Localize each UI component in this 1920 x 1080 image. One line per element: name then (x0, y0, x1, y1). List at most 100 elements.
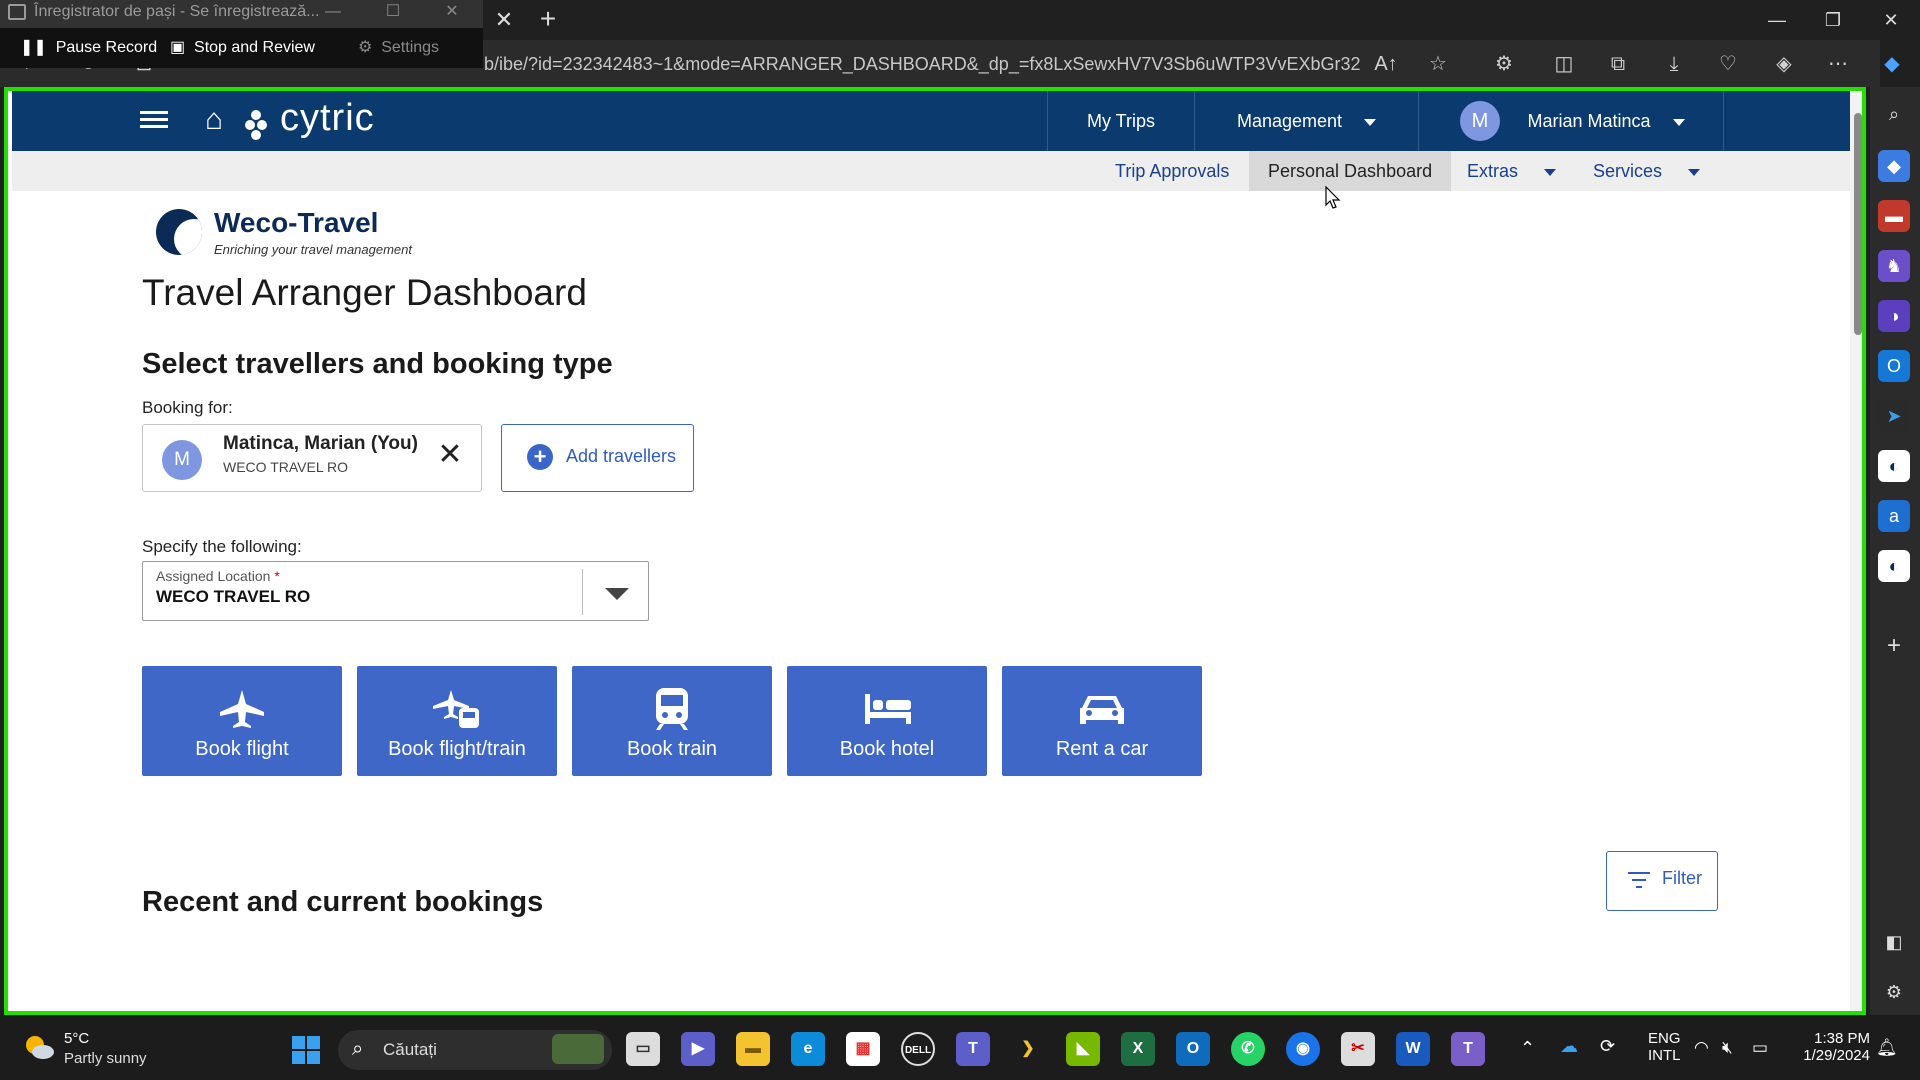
tab-close-icon[interactable]: ✕ (490, 6, 518, 34)
book-train-button[interactable]: Book train (572, 666, 772, 776)
teams-chat-icon[interactable]: ▶ (681, 1032, 715, 1066)
file-explorer-icon[interactable]: ▬ (736, 1032, 770, 1066)
windows-start-icon[interactable] (290, 1034, 322, 1066)
excel-icon[interactable]: X (1121, 1032, 1155, 1066)
pause-record-button[interactable]: ❚❚ Pause Record (20, 28, 157, 68)
subnav-extras[interactable]: Extras (1467, 151, 1557, 191)
sidebar-weco-icon-2[interactable]: ◐ (1878, 550, 1910, 582)
chevron-down-icon[interactable] (605, 588, 629, 600)
stop-icon: ▣ (170, 39, 186, 56)
favorite-star-icon[interactable]: ☆ (1420, 48, 1456, 80)
sidebar-layout-icon[interactable]: ◧ (1878, 926, 1910, 958)
plus-circle-icon: + (527, 444, 553, 470)
performance-icon[interactable]: ♡ (1710, 48, 1746, 80)
onedrive-icon[interactable]: ☁ (1560, 1036, 1578, 1057)
extensions-icon[interactable]: ⚙ (1486, 48, 1522, 80)
sidebar-send-icon[interactable]: ➤ (1878, 400, 1910, 432)
page-viewport: ⌂ cytric My Trips Management Marian Mati… (4, 87, 1866, 1015)
book-train-label: Book train (626, 738, 718, 760)
window-minimize-icon[interactable]: — (1754, 4, 1800, 36)
window-restore-icon[interactable]: ❐ (1810, 4, 1856, 36)
minimize-icon[interactable]: — (318, 0, 348, 24)
task-view-icon[interactable]: ▭ (626, 1032, 660, 1066)
subnav-trip-approvals[interactable]: Trip Approvals (1115, 151, 1229, 191)
wifi-icon[interactable]: ◠ (1694, 1038, 1709, 1058)
stop-review-label: Stop and Review (194, 39, 315, 56)
nav-my-trips[interactable]: My Trips (1047, 91, 1194, 151)
edge-browser-icon[interactable]: e (791, 1032, 825, 1066)
sync-icon[interactable]: ⟳ (1600, 1036, 1615, 1057)
book-hotel-label: Book hotel (839, 738, 935, 760)
store-icon[interactable]: ▦ (846, 1032, 880, 1066)
whatsapp-icon[interactable]: ✆ (1231, 1032, 1265, 1066)
tray-overflow-chevron-icon[interactable]: ⌃ (1520, 1038, 1535, 1059)
volume-muted-icon[interactable]: 🔇︎ (1722, 1038, 1733, 1058)
teams-icon[interactable]: T (956, 1032, 990, 1066)
close-recorder-icon[interactable]: ✕ (437, 0, 467, 24)
bed-icon (865, 694, 911, 724)
hamburger-menu-icon[interactable] (140, 107, 170, 133)
nvidia-icon[interactable]: ◣ (1066, 1032, 1100, 1066)
clock-time: 1:38 PM (1814, 1030, 1870, 1047)
sidebar-settings-icon[interactable]: ⚙ (1878, 976, 1910, 1008)
book-hotel-button[interactable]: Book hotel (787, 666, 987, 776)
sidebar-games-icon[interactable]: ♞ (1878, 250, 1910, 282)
window-close-icon[interactable]: ✕ (1868, 4, 1914, 36)
split-screen-icon[interactable]: ◫ (1546, 48, 1582, 80)
stop-review-button[interactable]: ▣ Stop and Review (170, 28, 315, 68)
recorder-settings-button[interactable]: ⚙ Settings (358, 28, 439, 68)
assigned-location-label: Assigned Location * (156, 568, 280, 584)
clock[interactable]: 1:38 PM 1/29/2024 (1796, 1030, 1870, 1064)
search-highlight-icon (552, 1034, 604, 1064)
teams-new-icon[interactable]: T (1451, 1032, 1485, 1066)
more-menu-icon[interactable]: ⋯ (1820, 48, 1856, 80)
sidebar-copilot-icon[interactable]: ◑ (1878, 300, 1910, 332)
sidebar-amadeus-icon[interactable]: a (1878, 500, 1910, 532)
sidebar-weco-icon[interactable]: ◐ (1878, 450, 1910, 482)
browser-essentials-icon[interactable]: ◈ (1766, 48, 1802, 80)
maximize-icon[interactable]: ☐ (378, 0, 408, 24)
copilot-icon[interactable]: ◆ (1874, 48, 1910, 80)
outlook-icon[interactable]: O (1176, 1032, 1210, 1066)
new-tab-icon[interactable]: + (532, 4, 564, 36)
browser-app-icon[interactable]: ◉ (1286, 1032, 1320, 1066)
book-flight-label: Book flight (195, 738, 289, 760)
traveller-org: WECO TRAVEL RO (223, 459, 348, 475)
collections-icon[interactable]: ⧉ (1600, 48, 1636, 80)
section-title: Select travellers and booking type (142, 348, 613, 380)
dell-icon[interactable]: DELL (901, 1032, 935, 1066)
nav-management[interactable]: Management (1194, 91, 1418, 151)
remove-traveller-icon[interactable]: ✕ (436, 440, 464, 470)
tab-title: Înregistrator de pași - Se înregistrează… (34, 3, 320, 20)
subnav-services[interactable]: Services (1593, 151, 1701, 191)
snipping-tool-icon[interactable]: ✂ (1341, 1032, 1375, 1066)
scrollbar-thumb[interactable] (1854, 113, 1862, 335)
avatar[interactable]: M (1460, 101, 1500, 141)
downloads-icon[interactable]: ⤓ (1656, 48, 1692, 80)
sidebar-add-icon[interactable]: + (1878, 630, 1910, 662)
subnav-personal-dashboard[interactable]: Personal Dashboard (1249, 151, 1452, 191)
terminal-icon[interactable]: ❯ (1011, 1032, 1045, 1066)
notifications-bell-icon[interactable]: 🔔︎ (1876, 1038, 1898, 1058)
battery-icon[interactable]: ▭ (1752, 1038, 1768, 1058)
chevron-down-icon (1688, 168, 1701, 176)
sidebar-tag-icon[interactable]: ◆ (1878, 150, 1910, 182)
settings-label: Settings (381, 39, 440, 56)
taskbar-search-placeholder: Căutați (383, 1040, 437, 1059)
language-indicator[interactable]: ENG INTL (1648, 1030, 1681, 1064)
search-icon: ⌕ (352, 1038, 364, 1060)
gear-icon: ⚙ (358, 39, 373, 56)
sidebar-search-icon[interactable]: ⌕ (1878, 98, 1910, 130)
word-icon[interactable]: W (1396, 1032, 1430, 1066)
book-flight-train-button[interactable]: Book flight/train (357, 666, 557, 776)
url-field[interactable]: b/ibe/?id=232342483~1&mode=ARRANGER_DASH… (484, 50, 1360, 78)
sidebar-tools-icon[interactable]: ▬ (1878, 200, 1910, 232)
rent-car-button[interactable]: Rent a car (1002, 666, 1202, 776)
read-aloud-icon[interactable]: A↑ (1368, 48, 1404, 80)
home-icon[interactable]: ⌂ (198, 105, 230, 135)
sidebar-outlook-icon[interactable]: O (1878, 350, 1910, 382)
book-flight-button[interactable]: Book flight (142, 666, 342, 776)
select-divider (582, 569, 583, 615)
company-name: Weco-Travel (214, 207, 379, 238)
partly-sunny-icon[interactable] (24, 1034, 54, 1060)
